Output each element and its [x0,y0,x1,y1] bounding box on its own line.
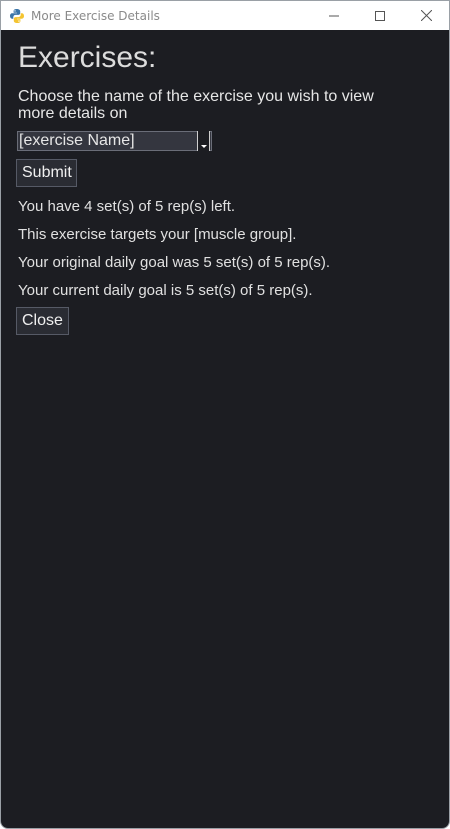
muscle-group-text: This exercise targets your [muscle group… [18,226,297,243]
minimize-icon [329,15,339,16]
python-icon [10,8,24,23]
exercise-select[interactable]: [exercise Name] [17,131,212,151]
app-window: More Exercise Details Exercises: Choose … [0,0,450,829]
dropdown-button[interactable] [197,131,210,151]
maximize-button[interactable] [357,1,403,30]
maximize-icon [375,10,385,21]
close-window-button[interactable] [403,1,449,30]
minimize-button[interactable] [311,1,357,30]
window-title: More Exercise Details [31,8,160,23]
window-controls [311,1,449,30]
close-icon [420,10,432,21]
chevron-down-icon [201,145,207,148]
exercise-prompt: Choose the name of the exercise you wish… [18,88,374,122]
original-goal-text: Your original daily goal was 5 set(s) of… [18,254,331,271]
current-goal-text: Your current daily goal is 5 set(s) of 5… [18,282,313,299]
title-bar[interactable]: More Exercise Details [1,1,449,30]
submit-button[interactable]: Submit [16,159,77,187]
sets-left-text: You have 4 set(s) of 5 rep(s) left. [18,198,236,215]
page-title: Exercises: [18,41,157,74]
close-button[interactable]: Close [16,307,69,335]
exercise-select-value: [exercise Name] [19,132,135,149]
